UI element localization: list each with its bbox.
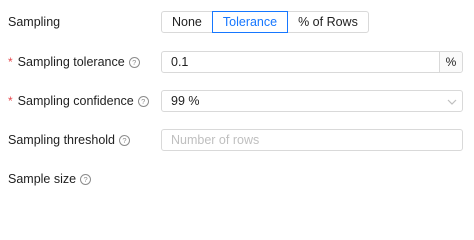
sampling-threshold-label-text: Sampling threshold [8,133,116,147]
sampling-confidence-value[interactable]: 99 % [162,94,442,108]
sampling-tolerance-label-text: Sampling tolerance [17,55,125,69]
sampling-label: Sampling [8,15,60,29]
required-marker: * [8,55,13,69]
sampling-threshold-placeholder[interactable]: Number of rows [162,133,462,147]
help-icon[interactable]: ? [80,173,92,185]
sampling-confidence-label-text: Sampling confidence [17,94,134,108]
sampling-option-tolerance[interactable]: Tolerance [211,11,289,33]
sampling-tolerance-label: * Sampling tolerance ? [8,55,140,69]
sampling-threshold-input[interactable]: Number of rows [161,129,463,151]
sampling-option-percent-rows[interactable]: % of Rows [287,11,369,33]
help-icon[interactable]: ? [128,56,140,68]
sample-size-label-text: Sample size [8,172,77,186]
percent-suffix: % [439,52,462,72]
sampling-threshold-label: Sampling threshold ? [8,133,131,147]
sampling-confidence-label: * Sampling confidence ? [8,94,149,108]
sampling-mode-segmented-control: None Tolerance % of Rows [161,11,369,33]
help-icon[interactable]: ? [137,95,149,107]
sampling-confidence-select[interactable]: 99 % [161,90,463,112]
sample-size-label: Sample size ? [8,172,92,186]
help-icon[interactable]: ? [119,134,131,146]
sampling-option-none[interactable]: None [161,11,213,33]
sampling-tolerance-value[interactable]: 0.1 [162,55,439,69]
sampling-tolerance-input[interactable]: 0.1 % [161,51,463,73]
required-marker: * [8,94,13,108]
chevron-down-icon[interactable] [442,94,462,108]
sampling-label-text: Sampling [8,15,61,29]
